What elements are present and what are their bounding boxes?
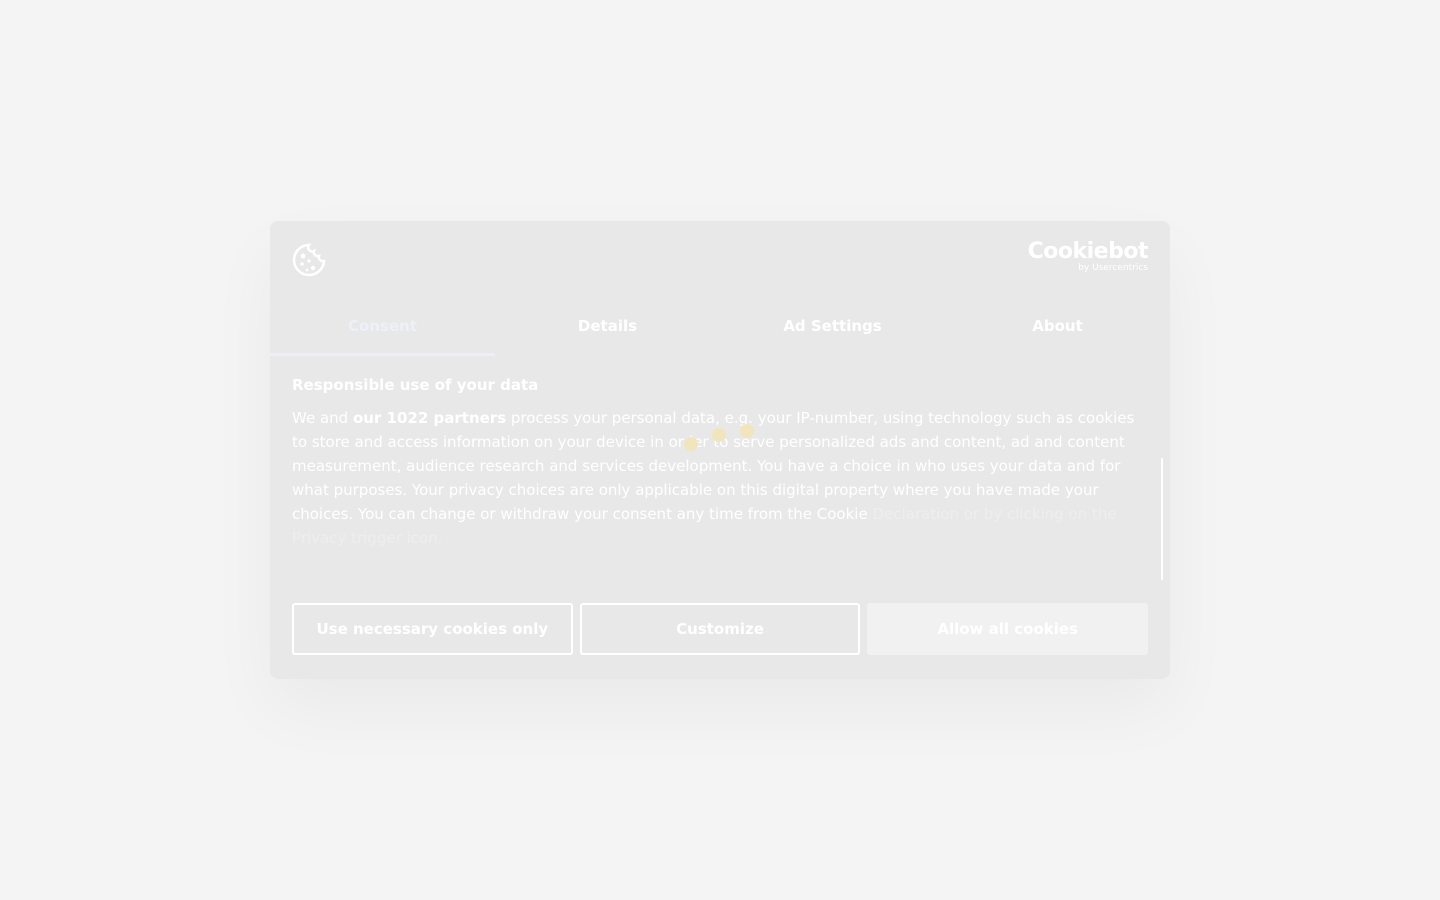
active-tab-indicator: [270, 353, 495, 356]
tab-ad-settings[interactable]: Ad Settings: [720, 304, 945, 356]
tab-consent-label: Consent: [348, 317, 417, 335]
tab-details[interactable]: Details: [495, 304, 720, 356]
content-scrollbar[interactable]: [1161, 458, 1163, 580]
cookiebot-logo: Cookiebot by Usercentrics: [1027, 239, 1149, 273]
consent-content: Responsible use of your data We and our …: [292, 376, 1148, 550]
allow-all-cookies-button[interactable]: Allow all cookies: [867, 603, 1149, 655]
body-prefix: We and: [292, 409, 353, 427]
customize-button[interactable]: Customize: [579, 603, 861, 655]
cookie-icon: [292, 243, 326, 277]
tab-consent[interactable]: Consent: [270, 304, 495, 356]
brand-name: Cookiebot: [1027, 239, 1149, 264]
tab-about[interactable]: About: [945, 304, 1170, 356]
necessary-cookies-button[interactable]: Use necessary cookies only: [292, 603, 573, 655]
consent-buttons: Use necessary cookies only Customize All…: [292, 603, 1149, 655]
brand-subtitle: by Usercentrics: [1078, 263, 1148, 273]
loading-dot: [712, 428, 726, 442]
cookie-consent-dialog: Cookiebot by Usercentrics Consent Detail…: [270, 221, 1170, 679]
loading-dot: [740, 424, 754, 438]
partners-link[interactable]: our 1022 partners: [353, 409, 506, 427]
tab-bar: Consent Details Ad Settings About: [270, 304, 1170, 356]
tab-details-label: Details: [577, 317, 638, 335]
content-title: Responsible use of your data: [292, 376, 539, 394]
tab-ad-settings-label: Ad Settings: [783, 317, 882, 335]
tab-about-label: About: [1032, 317, 1083, 335]
loading-dot: [684, 437, 698, 451]
